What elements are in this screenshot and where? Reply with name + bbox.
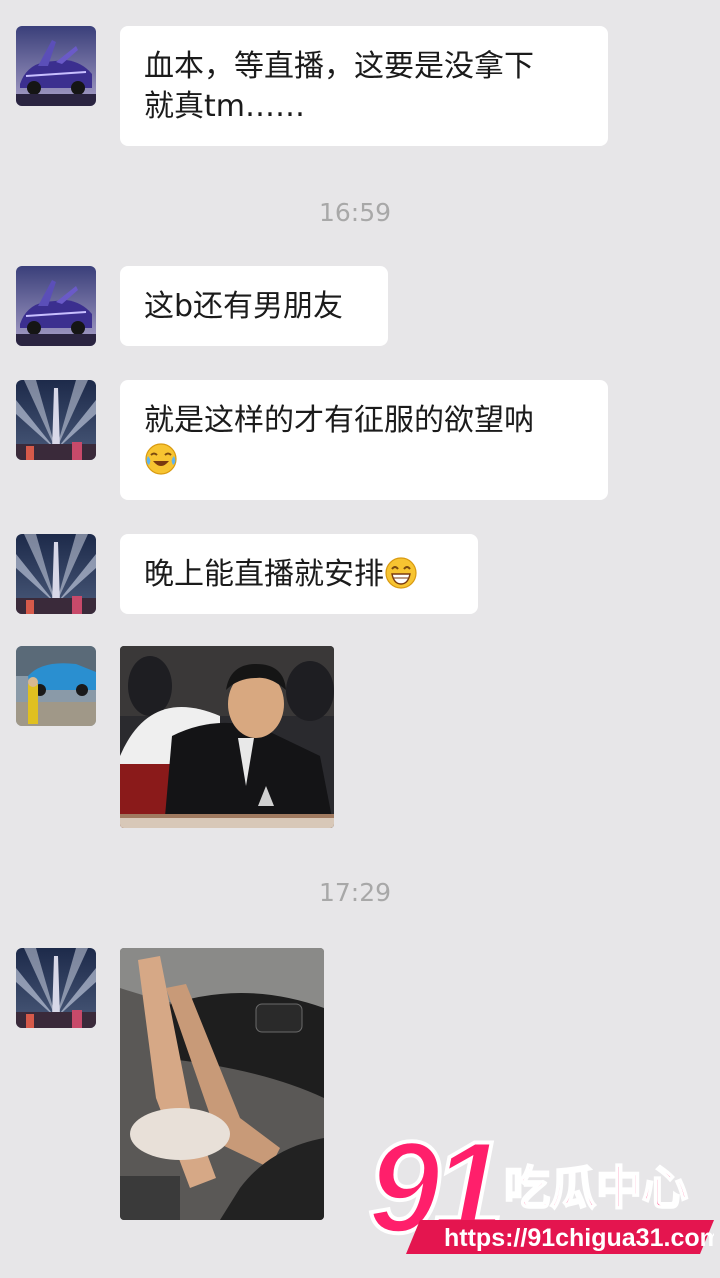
watermark-logo: 91 吃瓜中心 https://91chigua31.com [366,1112,720,1266]
sender-avatar[interactable] [16,380,96,460]
message-text: 就真tm…… [144,89,305,124]
tower-lights-avatar-icon [16,380,96,460]
watermark-url: https://91chigua31.com [444,1224,714,1252]
timestamp: 17:29 [318,878,392,907]
message-text: 血本，等直播，这要是没拿下 [144,49,534,84]
sender-avatar[interactable] [16,948,96,1028]
tower-lights-avatar-icon [16,534,96,614]
message-bubble[interactable]: 这b还有男朋友 [120,266,388,346]
image-message[interactable] [120,646,334,828]
blue-car-avatar-icon [16,646,96,726]
tower-lights-avatar-icon [16,948,96,1028]
sender-avatar[interactable] [16,646,96,726]
message-bubble[interactable]: 就是这样的才有征服的欲望呐 [120,380,608,500]
timestamp: 16:59 [318,198,392,227]
sports-car-avatar-icon [16,266,96,346]
sports-car-avatar-icon [16,26,96,106]
sender-avatar[interactable] [16,26,96,106]
message-text: 晚上能直播就安排 [144,557,384,592]
leader-in-black-suit-photo-icon [120,646,334,828]
sender-avatar[interactable] [16,266,96,346]
message-bubble[interactable]: 晚上能直播就安排 [120,534,478,614]
message-text: 就是这样的才有征服的欲望呐 [144,403,534,438]
grinning-emoji-icon [384,556,418,590]
image-message[interactable] [120,948,324,1220]
message-bubble[interactable]: 血本，等直播，这要是没拿下 就真tm…… [120,26,608,146]
laughing-crying-emoji-icon [144,442,178,476]
legs-in-car-photo-icon [120,948,324,1220]
sender-avatar[interactable] [16,534,96,614]
message-text: 这b还有男朋友 [144,289,344,324]
watermark-brand-name: 吃瓜中心 [504,1161,688,1215]
